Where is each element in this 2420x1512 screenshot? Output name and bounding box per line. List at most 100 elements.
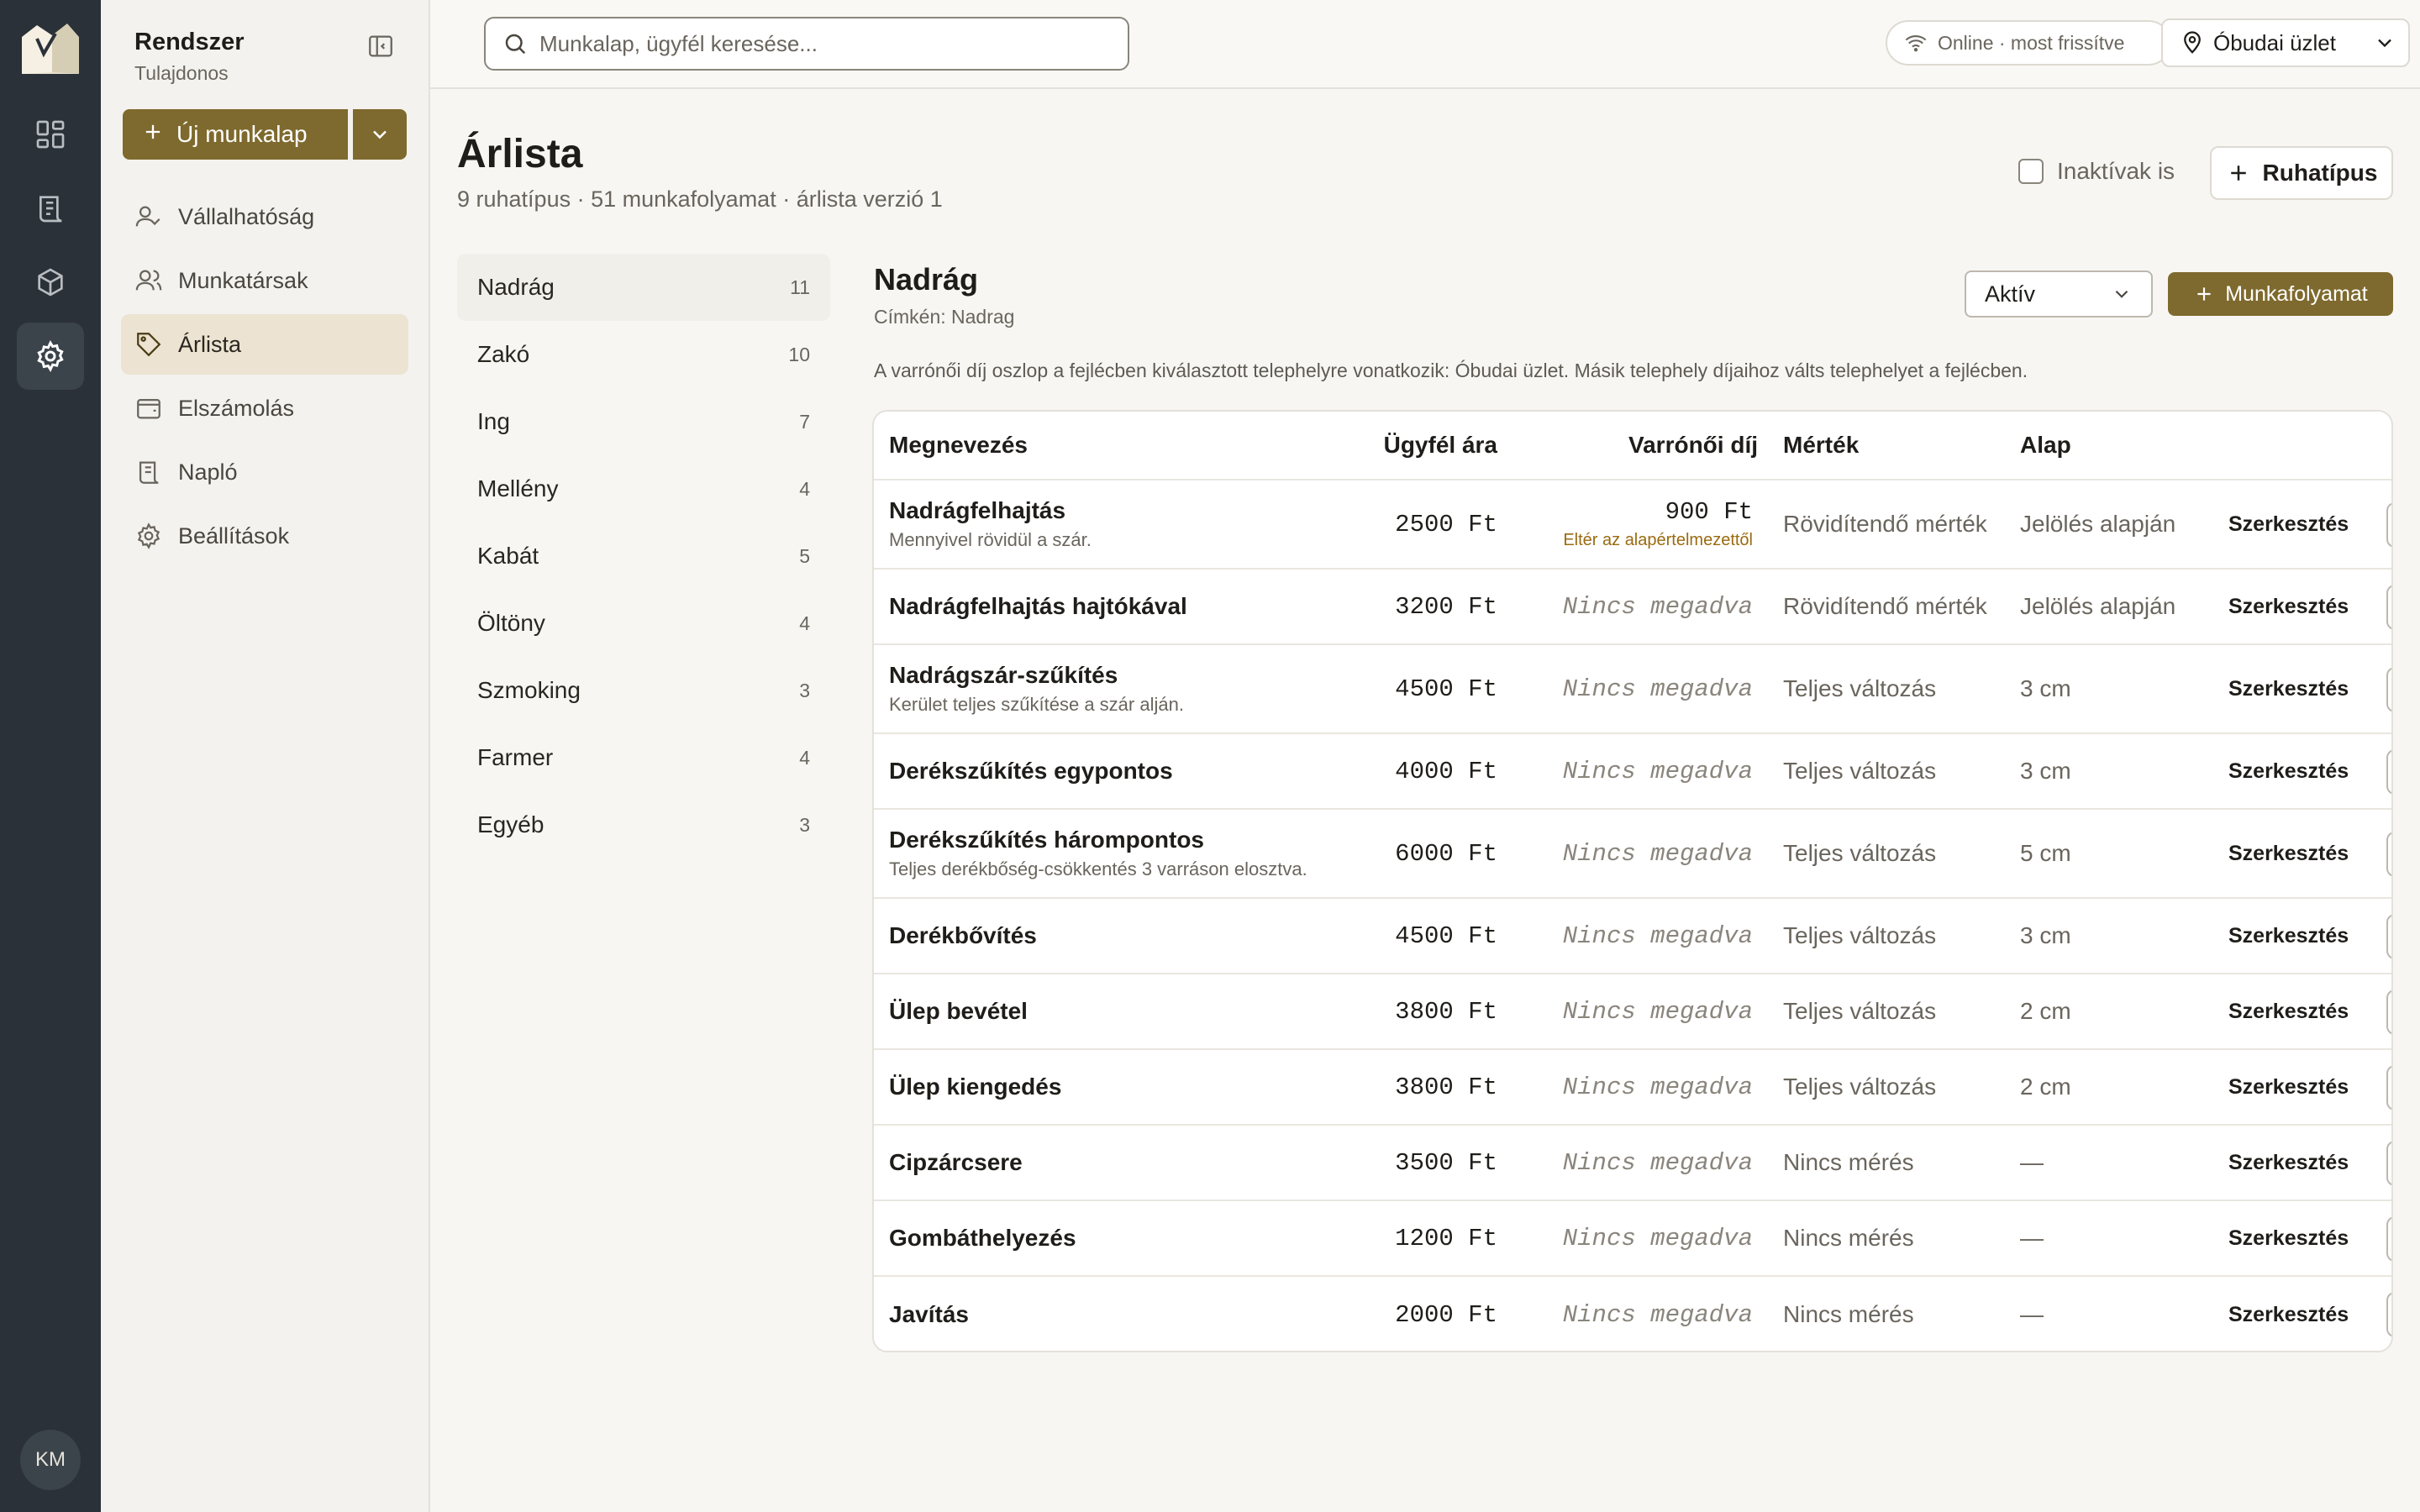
- col-header-base: Alap: [2020, 432, 2071, 458]
- package-icon[interactable]: [17, 249, 84, 316]
- category-item[interactable]: Nadrág 11: [457, 254, 830, 321]
- add-workflow-button[interactable]: Munkafolyamat: [2168, 272, 2393, 316]
- row-toggle-button[interactable]: [2386, 832, 2391, 877]
- base-cell: 3 cm: [2020, 734, 2071, 808]
- avatar[interactable]: KM: [20, 1430, 81, 1490]
- app-logo[interactable]: [18, 20, 82, 79]
- edit-button[interactable]: Szerkesztés: [2228, 1226, 2349, 1251]
- row-toggle-button[interactable]: [2386, 667, 2391, 712]
- chevron-down-icon: [373, 130, 387, 139]
- category-item[interactable]: Zakó 10: [457, 321, 830, 388]
- new-worksheet-dropdown[interactable]: [353, 109, 407, 160]
- edit-button[interactable]: Szerkesztés: [2228, 1151, 2349, 1175]
- base-value: —: [2020, 1301, 2044, 1327]
- search-input[interactable]: [539, 30, 1111, 57]
- settings-icon[interactable]: [17, 323, 84, 390]
- worksheet-icon[interactable]: [17, 175, 84, 242]
- sidebar-item-beallitasok[interactable]: Beállítások: [121, 506, 408, 566]
- row-toggle-button[interactable]: [2386, 585, 2391, 630]
- customer-price: 3800 Ft: [1395, 1073, 1497, 1101]
- seamstress-fee: Nincs megadva: [1562, 1300, 1753, 1329]
- edit-button[interactable]: Szerkesztés: [2228, 595, 2349, 619]
- new-worksheet-button[interactable]: Új munkalap: [123, 109, 348, 160]
- status-select[interactable]: Aktív: [1965, 270, 2153, 318]
- table-row[interactable]: Nadrágszár-szűkítés Kerület teljes szűkít…: [874, 645, 2391, 734]
- category-item[interactable]: Farmer 4: [457, 724, 830, 791]
- table-row[interactable]: Derékszűkítés hárompontos Teljes derékbős…: [874, 810, 2391, 899]
- edit-button[interactable]: Szerkesztés: [2228, 1000, 2349, 1024]
- category-item[interactable]: Mellény 4: [457, 455, 830, 522]
- measure-cell: Nincs mérés: [1783, 1277, 1914, 1351]
- search-icon: [505, 34, 526, 55]
- sidebar-item-label: Elszámolás: [178, 395, 295, 421]
- sidebar: Rendszer Tulajdonos Új munkalap Vállalha…: [101, 0, 430, 1512]
- edit-button[interactable]: Szerkesztés: [2228, 1075, 2349, 1100]
- measure-cell: Teljes változás: [1783, 734, 1936, 808]
- sidebar-item-naplo[interactable]: Napló: [121, 442, 408, 502]
- table-row[interactable]: Ülep bevétel 3800 Ft Nincs megadva Teljes v…: [874, 974, 2391, 1050]
- show-inactive-checkbox[interactable]: [2018, 159, 2044, 184]
- base-value: 2 cm: [2020, 998, 2071, 1024]
- row-toggle-button[interactable]: [2386, 914, 2391, 959]
- connection-status: Online · most frissítve: [1886, 20, 2171, 66]
- edit-cell: Szerkesztés: [2228, 480, 2349, 568]
- edit-button[interactable]: Szerkesztés: [2228, 924, 2349, 948]
- sidebar-item-arlista[interactable]: Árlista: [121, 314, 408, 375]
- measure-type: Nincs mérés: [1783, 1149, 1914, 1175]
- category-item[interactable]: Ing 7: [457, 388, 830, 455]
- base-cell: —: [2020, 1201, 2044, 1275]
- row-toggle-button[interactable]: [2386, 749, 2391, 795]
- edit-button[interactable]: Szerkesztés: [2228, 1303, 2349, 1327]
- icon-rail: KM: [0, 0, 101, 1512]
- row-toggle-button[interactable]: [2386, 1141, 2391, 1186]
- scroll-icon: [139, 461, 159, 484]
- customer-price: 1200 Ft: [1395, 1224, 1497, 1252]
- user-role: Tulajdonos: [134, 62, 229, 84]
- edit-button[interactable]: Szerkesztés: [2228, 512, 2349, 537]
- table-row[interactable]: Ülep kiengedés 3800 Ft Nincs megadva Teljes…: [874, 1050, 2391, 1126]
- base-value: 3 cm: [2020, 922, 2071, 948]
- category-item[interactable]: Szmoking 3: [457, 657, 830, 724]
- edit-button[interactable]: Szerkesztés: [2228, 842, 2349, 866]
- row-toggle-button[interactable]: [2386, 1216, 2391, 1262]
- sidebar-item-label: Vállalhatóság: [178, 203, 315, 229]
- table-row[interactable]: Nadrágfelhajtás hajtókával 3200 Ft Nincs m…: [874, 570, 2391, 645]
- connection-status-text: Online · most frissítve: [1938, 31, 2125, 54]
- sidebar-item-munkatarsak[interactable]: Munkatársak: [121, 250, 408, 311]
- edit-button[interactable]: Szerkesztés: [2228, 759, 2349, 784]
- base-value: 3 cm: [2020, 758, 2071, 784]
- row-toggle-button[interactable]: [2386, 1292, 2391, 1337]
- row-toggle-button[interactable]: [2386, 502, 2391, 548]
- add-garment-type-button[interactable]: Ruhatípus: [2210, 146, 2393, 200]
- customer-price-cell: 4500 Ft: [1212, 899, 1497, 973]
- seamstress-fee-cell: Nincs megadva: [1506, 645, 1753, 732]
- base-value: —: [2020, 1225, 2044, 1251]
- seamstress-fee-cell: Nincs megadva: [1506, 1201, 1753, 1275]
- store-selector[interactable]: Óbudai üzlet: [2161, 18, 2410, 67]
- chevron-down-icon: [2378, 39, 2391, 48]
- category-item[interactable]: Kabát 5: [457, 522, 830, 590]
- sidebar-item-elszamolas[interactable]: Elszámolás: [121, 378, 408, 438]
- table-row[interactable]: Cipzárcsere 3500 Ft Nincs megadva Nincs mér…: [874, 1126, 2391, 1201]
- search-box[interactable]: [484, 17, 1129, 71]
- show-inactive-toggle[interactable]: Inaktívak is: [2018, 158, 2175, 185]
- table-row[interactable]: Javítás 2000 Ft Nincs megadva Nincs mérés — S…: [874, 1277, 2391, 1351]
- table-row[interactable]: Derékszűkítés egypontos 4000 Ft Nincs mega…: [874, 734, 2391, 810]
- category-item[interactable]: Öltöny 4: [457, 590, 830, 657]
- collapse-sidebar-icon[interactable]: [366, 32, 395, 60]
- sidebar-item-vallalhatosag[interactable]: Vállalhatóság: [121, 186, 408, 247]
- category-item[interactable]: Egyéb 3: [457, 791, 830, 858]
- table-row[interactable]: Nadrágfelhajtás Mennyivel rövidül a szár.…: [874, 480, 2391, 570]
- base-cell: Jelölés alapján: [2020, 480, 2175, 568]
- edit-button[interactable]: Szerkesztés: [2228, 677, 2349, 701]
- category-name: Egyéb: [477, 811, 544, 837]
- table-row[interactable]: Gombáthelyezés 1200 Ft Nincs megadva Nincs …: [874, 1201, 2391, 1277]
- base-value: Jelölés alapján: [2020, 593, 2176, 619]
- measure-type: Teljes változás: [1783, 840, 1937, 866]
- row-toggle-button[interactable]: [2386, 1065, 2391, 1110]
- row-toggle-button[interactable]: [2386, 990, 2391, 1035]
- add-workflow-label: Munkafolyamat: [2225, 281, 2368, 306]
- page-subtitle: 9 ruhatípus · 51 munkafolyamat · árlista…: [457, 186, 943, 212]
- table-row[interactable]: Derékbővítés 4500 Ft Nincs megadva Teljes v…: [874, 899, 2391, 974]
- dashboard-icon[interactable]: [17, 101, 84, 168]
